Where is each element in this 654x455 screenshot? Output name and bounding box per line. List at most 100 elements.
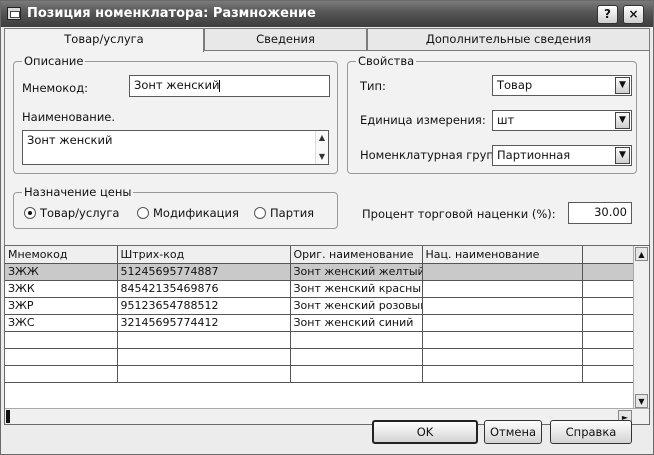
table-header-row: Мнемокод Штрих-код Ориг. наименование На… <box>5 246 635 264</box>
tab-product-service[interactable]: Товар/услуга <box>4 28 204 52</box>
cancel-button[interactable]: Отмена <box>484 420 542 444</box>
properties-group-label: Свойства <box>356 54 417 68</box>
app-icon <box>7 7 21 20</box>
table-cell[interactable] <box>117 348 291 366</box>
table-cell[interactable] <box>422 365 583 383</box>
table-cell[interactable] <box>117 365 291 383</box>
nomenclature-group-select[interactable]: Партионная ▼ <box>492 145 632 166</box>
table-cell[interactable] <box>422 280 583 298</box>
scroll-down-icon[interactable]: ▼ <box>635 394 648 408</box>
table-cell[interactable] <box>582 314 635 332</box>
table-cell[interactable]: 51245695774887 <box>117 263 291 281</box>
table-cell[interactable] <box>422 297 583 315</box>
table-cell[interactable] <box>422 348 583 366</box>
unit-label: Единица измерения: <box>360 113 486 127</box>
table-cell[interactable]: Зонт женский розовый <box>290 297 423 315</box>
table-cell[interactable] <box>422 263 583 281</box>
table-cell[interactable]: 95123654788512 <box>117 297 291 315</box>
description-group: Описание Мнемокод: Зонт женский Наименов… <box>13 54 338 174</box>
nomenclature-group-value: Партионная <box>497 148 571 162</box>
table-cell[interactable] <box>582 365 635 383</box>
column-header-orig-name[interactable]: Ориг. наименование <box>290 246 423 264</box>
dialog-window: Позиция номенклатора: Размножение ? × То… <box>0 0 654 455</box>
table-cell[interactable] <box>422 331 583 349</box>
name-scrollbar[interactable]: ▲ ▼ <box>315 131 328 164</box>
radio-product-service-label: Товар/услуга <box>40 206 120 220</box>
radio-batch[interactable]: Партия <box>254 206 314 220</box>
scroll-up-icon[interactable]: ▲ <box>316 132 328 144</box>
help-button[interactable]: Справка <box>550 420 632 444</box>
table-cell[interactable] <box>582 280 635 298</box>
radio-unselected-icon <box>254 207 266 219</box>
table-row[interactable]: ЗЖК 84542135469876 Зонт женский красный <box>5 280 635 298</box>
table-cell[interactable] <box>582 348 635 366</box>
table-row[interactable]: ЗЖР 95123654788512 Зонт женский розовый <box>5 297 635 315</box>
table-cell[interactable]: ЗЖР <box>5 297 118 315</box>
column-header-empty <box>582 246 635 264</box>
table-row[interactable] <box>5 365 635 383</box>
table-cell[interactable] <box>5 331 118 349</box>
scroll-thumb[interactable] <box>6 410 10 423</box>
nomenclature-group-label: Номенклатурная группа: <box>360 148 513 162</box>
unit-select[interactable]: шт ▼ <box>492 110 632 131</box>
table-cell[interactable]: 32145695774412 <box>117 314 291 332</box>
scroll-up-icon[interactable]: ▲ <box>635 247 648 261</box>
radio-modification-label: Модификация <box>153 206 239 220</box>
table-cell[interactable]: ЗЖЖ <box>5 263 118 281</box>
table-cell[interactable]: ЗЖК <box>5 280 118 298</box>
markup-input[interactable]: 30.00 <box>568 202 632 224</box>
table-cell[interactable]: ЗЖС <box>5 314 118 332</box>
table-cell[interactable] <box>5 365 118 383</box>
ok-button[interactable]: OK <box>372 420 478 444</box>
mnemocode-value: Зонт женский <box>134 78 220 92</box>
window-title: Позиция номенклатора: Размножение <box>27 6 316 21</box>
radio-selected-icon <box>24 207 36 219</box>
table-row[interactable]: ЗЖЖ 51245695774887 Зонт женский желтый <box>5 263 635 281</box>
dialog-client: Товар/услуга Сведения Дополнительные све… <box>4 28 650 452</box>
tab-panel: Описание Мнемокод: Зонт женский Наименов… <box>4 50 650 258</box>
mnemocode-input[interactable]: Зонт женский <box>129 75 330 97</box>
tab-info[interactable]: Сведения <box>204 28 367 50</box>
chevron-down-icon[interactable]: ▼ <box>615 77 630 94</box>
tab-additional-info[interactable]: Дополнительные сведения <box>367 28 650 50</box>
name-textarea[interactable]: Зонт женский ▲ ▼ <box>22 130 329 165</box>
column-header-barcode[interactable]: Штрих-код <box>117 246 291 264</box>
scroll-down-icon[interactable]: ▼ <box>316 151 328 163</box>
table-row[interactable]: ЗЖС 32145695774412 Зонт женский синий <box>5 314 635 332</box>
unit-value: шт <box>497 113 515 127</box>
table-cell[interactable] <box>117 331 291 349</box>
markup-label: Процент торговой наценки (%): <box>362 207 556 221</box>
table-cell[interactable] <box>290 348 423 366</box>
radio-unselected-icon <box>137 207 149 219</box>
title-bar[interactable]: Позиция номенклатора: Размножение ? × <box>1 1 653 27</box>
help-title-button[interactable]: ? <box>597 5 618 24</box>
chevron-down-icon[interactable]: ▼ <box>615 147 630 164</box>
name-label: Наименование. <box>22 110 116 124</box>
grid-vertical-scrollbar[interactable]: ▲ ▼ <box>633 246 649 409</box>
table-cell[interactable]: 84542135469876 <box>117 280 291 298</box>
column-header-nat-name[interactable]: Нац. наименование <box>422 246 583 264</box>
items-grid: Мнемокод Штрих-код Ориг. наименование На… <box>4 245 650 425</box>
table-cell[interactable] <box>582 297 635 315</box>
price-purpose-group: Назначение цены Товар/услуга Модификация… <box>13 185 338 229</box>
close-button[interactable]: × <box>623 5 644 24</box>
chevron-down-icon[interactable]: ▼ <box>615 112 630 129</box>
text-caret <box>219 79 221 92</box>
table-cell[interactable]: Зонт женский синий <box>290 314 423 332</box>
properties-group: Свойства Тип: Товар ▼ Единица измерения: … <box>347 54 637 174</box>
table-cell[interactable] <box>290 365 423 383</box>
table-row[interactable] <box>5 331 635 349</box>
table-cell[interactable] <box>582 331 635 349</box>
table-cell[interactable] <box>422 314 583 332</box>
radio-product-service[interactable]: Товар/услуга <box>24 206 119 220</box>
table-cell[interactable]: Зонт женский красный <box>290 280 423 298</box>
table-cell[interactable] <box>5 348 118 366</box>
name-value: Зонт женский <box>27 133 113 147</box>
table-cell[interactable] <box>582 263 635 281</box>
column-header-mnemocode[interactable]: Мнемокод <box>5 246 118 264</box>
table-cell[interactable] <box>290 331 423 349</box>
table-cell[interactable]: Зонт женский желтый <box>290 263 423 281</box>
radio-modification[interactable]: Модификация <box>137 206 239 220</box>
type-select[interactable]: Товар ▼ <box>492 75 632 96</box>
table-row[interactable] <box>5 348 635 366</box>
